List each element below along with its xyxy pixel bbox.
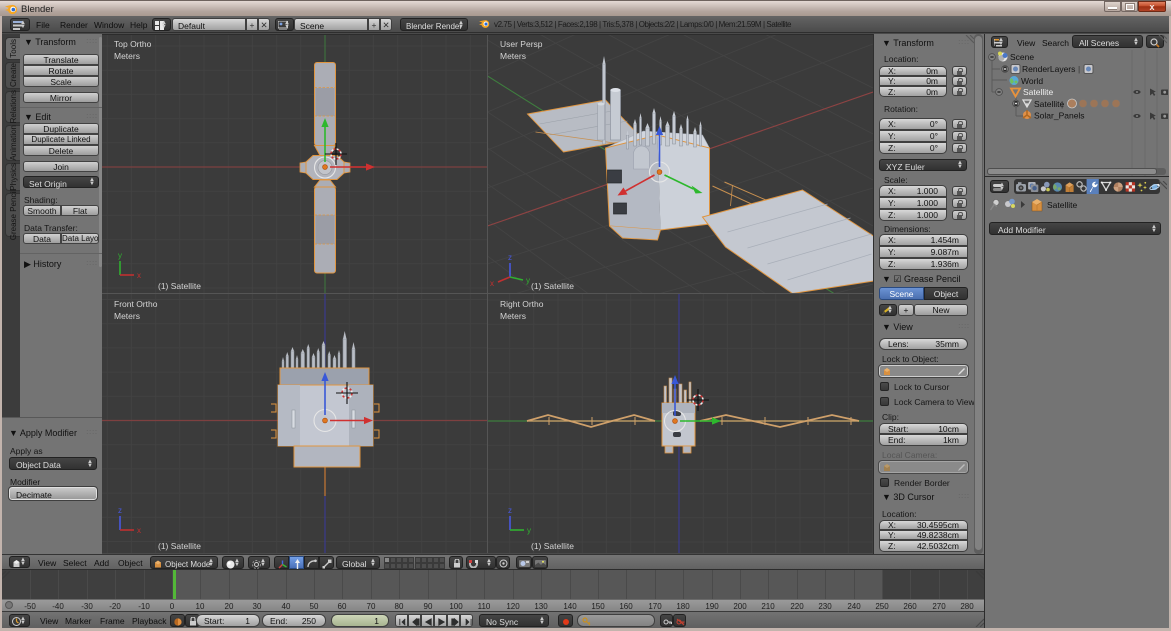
svg-text:260: 260	[903, 602, 917, 611]
svg-text:190: 190	[705, 602, 719, 611]
svg-text:z: z	[508, 506, 512, 515]
svg-text:250: 250	[875, 602, 889, 611]
svg-text:20: 20	[225, 602, 234, 611]
svg-text:70: 70	[367, 602, 376, 611]
svg-text:10: 10	[196, 602, 205, 611]
svg-text:140: 140	[563, 602, 577, 611]
svg-text:Top Ortho: Top Ortho	[114, 39, 152, 49]
svg-text:Meters: Meters	[114, 311, 140, 321]
svg-text:RenderLayers: RenderLayers	[1022, 64, 1075, 74]
svg-text:120: 120	[506, 602, 520, 611]
svg-text:200: 200	[733, 602, 747, 611]
svg-text:Satellite: Satellite	[1023, 87, 1054, 97]
svg-text:Right Ortho: Right Ortho	[500, 299, 544, 309]
svg-text:(1) Satellite: (1) Satellite	[531, 541, 574, 551]
svg-text:Front Ortho: Front Ortho	[114, 299, 158, 309]
svg-text:40: 40	[282, 602, 291, 611]
svg-text:-20: -20	[109, 602, 121, 611]
svg-text:|: |	[1061, 99, 1063, 109]
svg-text:280: 280	[960, 602, 974, 611]
svg-text:110: 110	[478, 602, 491, 611]
svg-text:(1) Satellite: (1) Satellite	[158, 541, 201, 551]
svg-text:240: 240	[847, 602, 861, 611]
svg-text:Meters: Meters	[500, 51, 526, 61]
svg-text:y: y	[527, 526, 531, 535]
svg-text:(1) Satellite: (1) Satellite	[531, 281, 574, 291]
svg-text:User Persp: User Persp	[500, 39, 543, 49]
svg-text:Meters: Meters	[114, 51, 140, 61]
svg-text:160: 160	[619, 602, 633, 611]
svg-text:130: 130	[534, 602, 548, 611]
svg-text:230: 230	[818, 602, 832, 611]
svg-text:-10: -10	[138, 602, 150, 611]
svg-text:(1) Satellite: (1) Satellite	[158, 281, 201, 291]
svg-text:Scene: Scene	[1010, 52, 1034, 62]
svg-text:World: World	[1021, 76, 1043, 86]
svg-text:Satellite: Satellite	[1034, 99, 1065, 109]
svg-text:y: y	[118, 251, 122, 260]
svg-text:Satellite: Satellite	[1047, 200, 1078, 210]
svg-text:170: 170	[648, 602, 662, 611]
svg-text:220: 220	[790, 602, 804, 611]
svg-text:x: x	[137, 526, 141, 535]
svg-text:80: 80	[395, 602, 404, 611]
svg-text:210: 210	[761, 602, 775, 611]
svg-text:x: x	[490, 279, 494, 288]
svg-text:z: z	[118, 506, 122, 515]
svg-text:150: 150	[591, 602, 605, 611]
svg-text:-30: -30	[81, 602, 93, 611]
svg-text:z: z	[508, 253, 512, 262]
svg-text:90: 90	[424, 602, 433, 611]
svg-text:Meters: Meters	[500, 311, 526, 321]
svg-text:x: x	[137, 271, 141, 280]
svg-text:y: y	[526, 276, 530, 285]
svg-text:180: 180	[676, 602, 690, 611]
svg-text:0: 0	[170, 602, 175, 611]
svg-text:270: 270	[932, 602, 946, 611]
svg-text:100: 100	[449, 602, 463, 611]
svg-text:50: 50	[310, 602, 319, 611]
svg-text:|: |	[1078, 64, 1080, 74]
svg-text:30: 30	[253, 602, 262, 611]
svg-text:-50: -50	[24, 602, 36, 611]
svg-text:-40: -40	[52, 602, 64, 611]
svg-text:Solar_Panels: Solar_Panels	[1034, 111, 1085, 121]
svg-text:60: 60	[338, 602, 347, 611]
